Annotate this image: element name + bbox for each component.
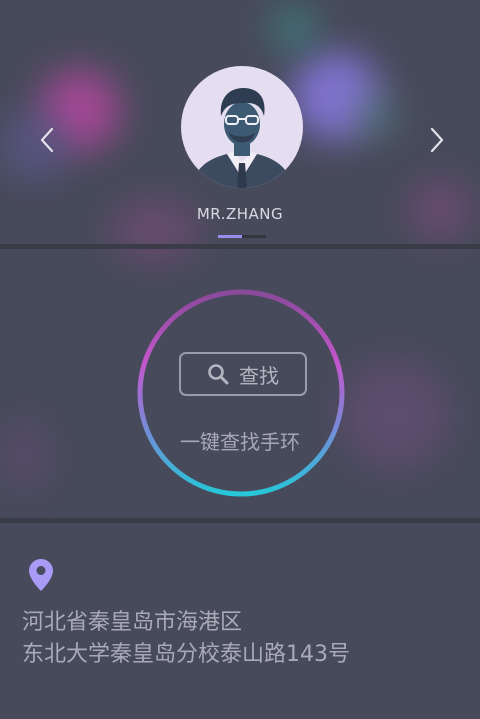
- address-line-1: 河北省秦皇岛市海港区: [22, 610, 243, 635]
- prev-profile-button[interactable]: [32, 118, 62, 162]
- profile-name: MR.ZHANG: [196, 205, 284, 223]
- chevron-left-icon: [40, 127, 54, 153]
- section-divider: [0, 244, 480, 249]
- section-divider: [0, 518, 480, 523]
- next-profile-button[interactable]: [422, 118, 452, 162]
- chevron-right-icon: [430, 127, 444, 153]
- page-indicator: [218, 235, 266, 238]
- find-button-label: 查找: [239, 363, 279, 388]
- find-description: 一键查找手环: [180, 430, 300, 454]
- user-avatar-icon: [191, 88, 293, 188]
- page-indicator-active: [218, 235, 242, 238]
- avatar[interactable]: [181, 66, 303, 188]
- find-button[interactable]: 查找: [179, 352, 307, 396]
- location-pin-icon: [28, 558, 54, 596]
- address-line-2: 东北大学秦皇岛分校泰山路143号: [22, 642, 350, 667]
- profile-header: MR.ZHANG: [0, 0, 480, 246]
- search-icon: [208, 364, 229, 385]
